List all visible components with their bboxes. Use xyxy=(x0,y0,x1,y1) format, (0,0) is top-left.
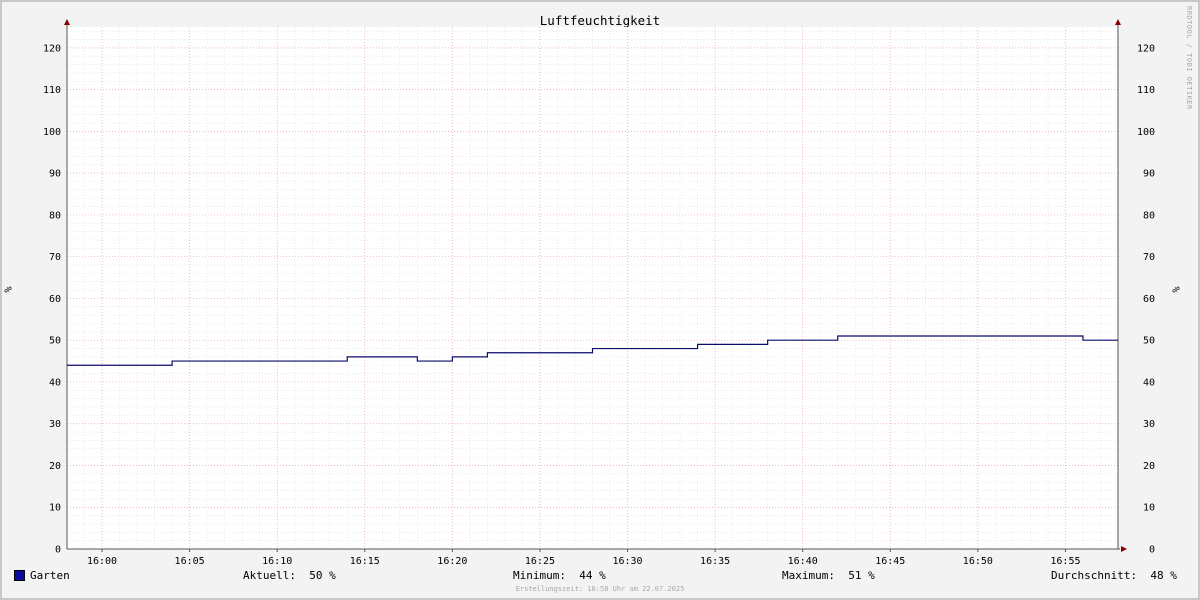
y-tick-label-right: 0 xyxy=(1149,545,1155,556)
stat-current-value: 50 % xyxy=(309,569,336,582)
y-tick-label-right: 20 xyxy=(1143,461,1155,472)
y-tick-label-right: 50 xyxy=(1143,336,1155,347)
stat-minimum-value: 44 % xyxy=(579,569,606,582)
y-tick-label-right: 30 xyxy=(1143,419,1155,430)
y-tick-label-left: 60 xyxy=(49,294,61,305)
y-tick-label-left: 10 xyxy=(49,503,61,514)
y-tick-label-left: 0 xyxy=(55,545,61,556)
plot-area: 0 0 10 10 20 20 30 30 40 40 50 50 60 60 70 70 80 80 90 90 10… xyxy=(43,19,1155,567)
y-tick-label-left: 40 xyxy=(49,377,61,388)
x-tick-label: 16:15 xyxy=(350,556,380,567)
x-tick-label: 16:05 xyxy=(175,556,205,567)
stat-maximum: Maximum: 51 % xyxy=(782,569,875,582)
y-axis-right-arrow xyxy=(1115,19,1121,25)
stat-average-label: Durchschnitt: xyxy=(1051,569,1138,582)
y-tick-label-left: 80 xyxy=(49,210,61,221)
x-tick-label: 16:10 xyxy=(262,556,292,567)
x-tick-label: 16:35 xyxy=(700,556,730,567)
y-tick-label-right: 10 xyxy=(1143,503,1155,514)
x-tick-label: 16:30 xyxy=(612,556,642,567)
x-axis-arrow xyxy=(1121,546,1127,552)
y-tick-label-right: 40 xyxy=(1143,377,1155,388)
y-tick-label-left: 30 xyxy=(49,419,61,430)
legend-swatch xyxy=(14,570,25,581)
y-tick-label-right: 60 xyxy=(1143,294,1155,305)
x-tick-label: 16:45 xyxy=(875,556,905,567)
x-tick-label: 16:00 xyxy=(87,556,117,567)
y-tick-label-right: 110 xyxy=(1137,85,1155,96)
y-tick-label-left: 50 xyxy=(49,336,61,347)
y-tick-label-left: 90 xyxy=(49,169,61,180)
legend-series-name: Garten xyxy=(30,569,70,582)
x-tick-label: 16:40 xyxy=(788,556,818,567)
stat-minimum-label: Minimum: xyxy=(513,569,566,582)
x-tick-label: 16:55 xyxy=(1050,556,1080,567)
x-tick-label: 16:20 xyxy=(437,556,467,567)
stat-current-label: Aktuell: xyxy=(243,569,296,582)
y-axis-left-arrow xyxy=(64,19,70,25)
y-tick-label-right: 90 xyxy=(1143,169,1155,180)
y-tick-label-right: 100 xyxy=(1137,127,1155,138)
stat-average-value: 48 % xyxy=(1150,569,1177,582)
y-tick-label-left: 110 xyxy=(43,85,61,96)
y-tick-label-left: 70 xyxy=(49,252,61,263)
stat-current: Aktuell: 50 % xyxy=(243,569,336,582)
y-tick-label-left: 20 xyxy=(49,461,61,472)
y-tick-label-right: 70 xyxy=(1143,252,1155,263)
stat-maximum-value: 51 % xyxy=(848,569,875,582)
y-tick-label-right: 120 xyxy=(1137,43,1155,54)
chart-image: Luftfeuchtigkeit % % RRDTOOL / TOBI OETI… xyxy=(0,0,1200,600)
x-tick-label: 16:50 xyxy=(963,556,993,567)
footer-timestamp: Erstellungszeit: 16:58 Uhr am 22.07.2025 xyxy=(515,585,685,593)
stat-minimum: Minimum: 44 % xyxy=(513,569,606,582)
stat-average: Durchschnitt: 48 % xyxy=(1051,569,1177,582)
x-tick-label: 16:25 xyxy=(525,556,555,567)
y-tick-label-right: 80 xyxy=(1143,210,1155,221)
y-tick-label-left: 100 xyxy=(43,127,61,138)
stat-maximum-label: Maximum: xyxy=(782,569,835,582)
y-tick-label-left: 120 xyxy=(43,43,61,54)
